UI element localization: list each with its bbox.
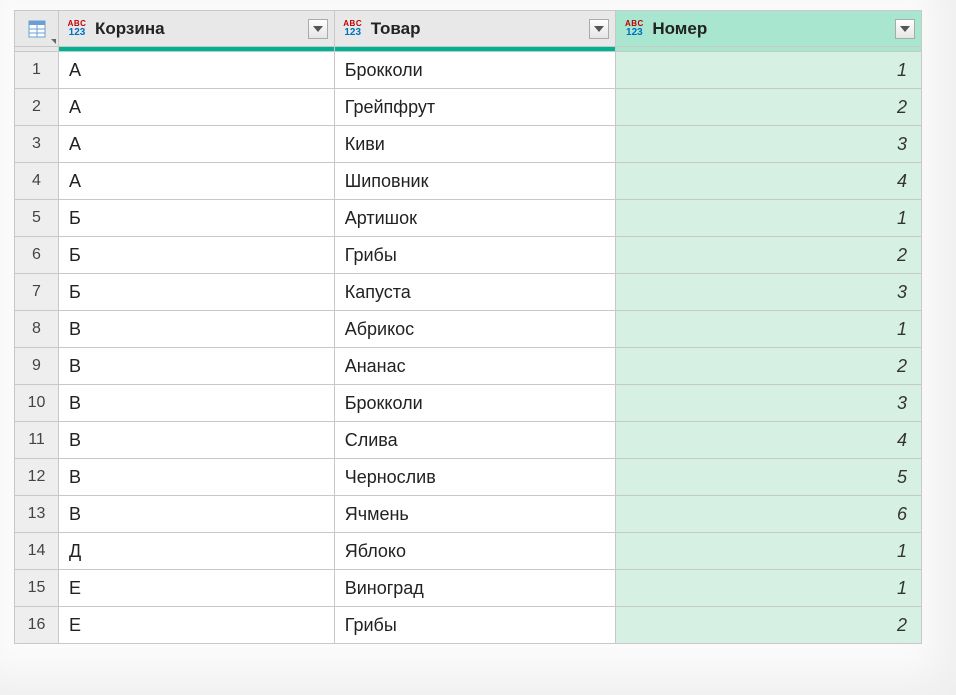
row-number[interactable]: 6	[15, 237, 59, 274]
table-row[interactable]: 12ВЧернослив5	[15, 459, 922, 496]
datatype-any-icon: ABC123	[622, 17, 646, 41]
table-row[interactable]: 11ВСлива4	[15, 422, 922, 459]
row-number[interactable]: 15	[15, 570, 59, 607]
cell-korzina[interactable]: В	[59, 385, 335, 422]
cell-tovar[interactable]: Чернослив	[334, 459, 616, 496]
cell-nomer[interactable]: 4	[616, 163, 922, 200]
column-label: Корзина	[95, 19, 302, 39]
cell-tovar[interactable]: Виноград	[334, 570, 616, 607]
table-row[interactable]: 14ДЯблоко1	[15, 533, 922, 570]
table-row[interactable]: 8ВАбрикос1	[15, 311, 922, 348]
row-number[interactable]: 12	[15, 459, 59, 496]
cell-korzina[interactable]: В	[59, 459, 335, 496]
cell-korzina[interactable]: В	[59, 311, 335, 348]
cell-korzina[interactable]: Е	[59, 607, 335, 644]
column-label: Товар	[371, 19, 584, 39]
cell-nomer[interactable]: 3	[616, 385, 922, 422]
datatype-any-icon: ABC123	[341, 17, 365, 41]
cell-korzina[interactable]: А	[59, 126, 335, 163]
row-number[interactable]: 11	[15, 422, 59, 459]
cell-tovar[interactable]: Грейпфрут	[334, 89, 616, 126]
table-row[interactable]: 13ВЯчмень6	[15, 496, 922, 533]
row-number[interactable]: 4	[15, 163, 59, 200]
cell-tovar[interactable]: Ананас	[334, 348, 616, 385]
cell-nomer[interactable]: 3	[616, 126, 922, 163]
row-number[interactable]: 13	[15, 496, 59, 533]
filter-button[interactable]	[589, 19, 609, 39]
row-number[interactable]: 14	[15, 533, 59, 570]
cell-nomer[interactable]: 6	[616, 496, 922, 533]
cell-nomer[interactable]: 2	[616, 89, 922, 126]
cell-nomer[interactable]: 2	[616, 237, 922, 274]
table-row[interactable]: 4АШиповник4	[15, 163, 922, 200]
table-row[interactable]: 10ВБрокколи3	[15, 385, 922, 422]
column-header-nomer[interactable]: ABC123 Номер	[616, 11, 922, 47]
row-number[interactable]: 10	[15, 385, 59, 422]
cell-korzina[interactable]: Б	[59, 274, 335, 311]
table-row[interactable]: 16ЕГрибы2	[15, 607, 922, 644]
cell-korzina[interactable]: Б	[59, 237, 335, 274]
cell-korzina[interactable]: Б	[59, 200, 335, 237]
row-number[interactable]: 2	[15, 89, 59, 126]
cell-tovar[interactable]: Брокколи	[334, 52, 616, 89]
cell-korzina[interactable]: В	[59, 496, 335, 533]
cell-nomer[interactable]: 1	[616, 311, 922, 348]
cell-tovar[interactable]: Брокколи	[334, 385, 616, 422]
select-all-corner[interactable]	[15, 11, 59, 47]
cell-nomer[interactable]: 4	[616, 422, 922, 459]
cell-tovar[interactable]: Ячмень	[334, 496, 616, 533]
row-number[interactable]: 5	[15, 200, 59, 237]
column-header-tovar[interactable]: ABC123 Товар	[334, 11, 616, 47]
table-row[interactable]: 15ЕВиноград1	[15, 570, 922, 607]
row-number[interactable]: 16	[15, 607, 59, 644]
datatype-any-icon: ABC123	[65, 17, 89, 41]
cell-korzina[interactable]: Д	[59, 533, 335, 570]
cell-nomer[interactable]: 2	[616, 348, 922, 385]
cell-korzina[interactable]: А	[59, 163, 335, 200]
cell-nomer[interactable]: 2	[616, 607, 922, 644]
cell-tovar[interactable]: Шиповник	[334, 163, 616, 200]
table-row[interactable]: 7БКапуста3	[15, 274, 922, 311]
cell-nomer[interactable]: 1	[616, 52, 922, 89]
table-row[interactable]: 3АКиви3	[15, 126, 922, 163]
cell-tovar[interactable]: Абрикос	[334, 311, 616, 348]
cell-korzina[interactable]: Е	[59, 570, 335, 607]
cell-nomer[interactable]: 3	[616, 274, 922, 311]
cell-korzina[interactable]: В	[59, 348, 335, 385]
cell-korzina[interactable]: А	[59, 52, 335, 89]
cell-tovar[interactable]: Яблоко	[334, 533, 616, 570]
table-row[interactable]: 9ВАнанас2	[15, 348, 922, 385]
data-table: ABC123 Корзина ABC123 Товар	[14, 10, 922, 644]
cell-tovar[interactable]: Грибы	[334, 237, 616, 274]
row-number[interactable]: 3	[15, 126, 59, 163]
cell-tovar[interactable]: Слива	[334, 422, 616, 459]
cell-tovar[interactable]: Капуста	[334, 274, 616, 311]
column-header-korzina[interactable]: ABC123 Корзина	[59, 11, 335, 47]
table-icon	[28, 20, 46, 38]
cell-nomer[interactable]: 1	[616, 200, 922, 237]
filter-button[interactable]	[895, 19, 915, 39]
cell-korzina[interactable]: В	[59, 422, 335, 459]
row-number[interactable]: 7	[15, 274, 59, 311]
table-row[interactable]: 6БГрибы2	[15, 237, 922, 274]
row-number[interactable]: 9	[15, 348, 59, 385]
cell-tovar[interactable]: Киви	[334, 126, 616, 163]
query-grid: ABC123 Корзина ABC123 Товар	[0, 0, 956, 658]
table-row[interactable]: 2АГрейпфрут2	[15, 89, 922, 126]
chevron-down-icon	[51, 39, 56, 44]
row-number[interactable]: 8	[15, 311, 59, 348]
cell-korzina[interactable]: А	[59, 89, 335, 126]
cell-nomer[interactable]: 1	[616, 533, 922, 570]
cell-tovar[interactable]: Артишок	[334, 200, 616, 237]
table-row[interactable]: 1АБрокколи1	[15, 52, 922, 89]
cell-tovar[interactable]: Грибы	[334, 607, 616, 644]
row-number[interactable]: 1	[15, 52, 59, 89]
cell-nomer[interactable]: 5	[616, 459, 922, 496]
column-label: Номер	[652, 19, 889, 39]
cell-nomer[interactable]: 1	[616, 570, 922, 607]
table-row[interactable]: 5БАртишок1	[15, 200, 922, 237]
filter-button[interactable]	[308, 19, 328, 39]
